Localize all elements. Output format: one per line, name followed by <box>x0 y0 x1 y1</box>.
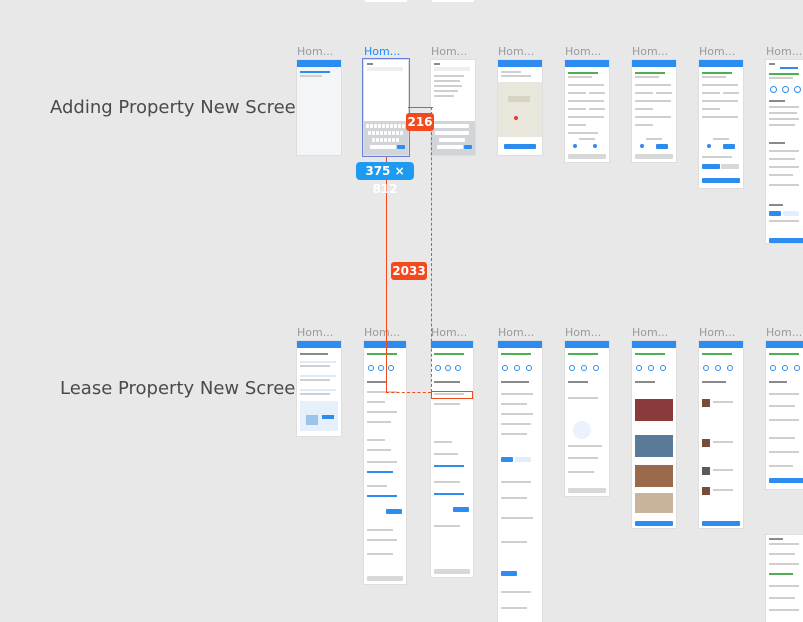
frame-thumbnail[interactable] <box>766 535 803 622</box>
app-header <box>766 341 803 348</box>
illustration <box>573 421 591 439</box>
frame-thumbnail[interactable] <box>766 60 803 243</box>
frame-label[interactable]: Hom... <box>766 45 802 58</box>
app-header <box>431 341 473 348</box>
avatar <box>702 399 710 407</box>
frame-label[interactable]: Hom... <box>431 326 467 339</box>
frame-label[interactable]: Hom... <box>297 45 333 58</box>
frame-thumbnail[interactable] <box>297 60 341 155</box>
app-header <box>565 341 609 348</box>
frame-thumbnail[interactable] <box>632 341 676 528</box>
frame-label[interactable]: Hom... <box>632 326 668 339</box>
avatar <box>702 439 710 447</box>
frame-label[interactable]: Hom... <box>699 45 735 58</box>
property-photo <box>635 493 673 513</box>
frame-thumbnail[interactable] <box>699 341 743 528</box>
frame-label[interactable]: Hom... <box>632 45 668 58</box>
frame-thumbnail[interactable] <box>364 341 406 584</box>
frame-stub-top-1 <box>365 0 407 2</box>
frame-label[interactable]: Hom... <box>565 326 601 339</box>
frame-thumbnail[interactable] <box>431 341 473 577</box>
frame-thumbnail[interactable] <box>766 341 803 489</box>
frame-label[interactable]: Hom... <box>498 326 534 339</box>
frame-thumbnail[interactable] <box>565 341 609 496</box>
property-photo <box>635 435 673 457</box>
frame-label[interactable]: Hom... <box>498 45 534 58</box>
frame-label[interactable]: Hom... <box>766 326 802 339</box>
app-header <box>632 60 676 67</box>
vertical-distance-badge: 2033 <box>391 262 427 280</box>
app-header <box>498 60 542 67</box>
frame-thumbnail[interactable] <box>565 60 609 162</box>
promo-card <box>300 401 338 431</box>
map <box>498 82 542 137</box>
frame-thumbnail[interactable] <box>498 341 542 622</box>
frame-thumbnail[interactable] <box>297 341 341 436</box>
frame-thumbnail[interactable] <box>431 60 475 155</box>
frame-thumbnail[interactable] <box>699 60 743 188</box>
selection-outline <box>362 58 410 157</box>
frame-label[interactable]: Hom... <box>297 326 333 339</box>
app-header <box>297 341 341 348</box>
frame-stub-top-2 <box>432 0 474 2</box>
horizontal-distance-badge: 216 <box>406 113 434 131</box>
measure-target-outline <box>431 391 473 399</box>
redline-horizontal-dashed <box>386 392 431 393</box>
app-header <box>632 341 676 348</box>
property-photo <box>635 465 673 487</box>
keyboard <box>431 121 475 155</box>
app-header <box>297 60 341 67</box>
property-photo <box>635 399 673 421</box>
frame-label[interactable]: Hom... <box>699 326 735 339</box>
frame-thumbnail[interactable] <box>498 60 542 155</box>
redline-horizontal-solid <box>408 107 433 108</box>
app-header <box>699 60 743 67</box>
avatar <box>702 467 710 475</box>
row-title-adding-property: Adding Property New Screens <box>50 97 317 118</box>
app-header <box>364 341 406 348</box>
app-header <box>565 60 609 67</box>
app-header <box>498 341 542 348</box>
avatar <box>702 487 710 495</box>
frame-thumbnail[interactable] <box>632 60 676 162</box>
redline-vertical-dashed <box>431 107 432 397</box>
frame-label[interactable]: Hom... <box>565 45 601 58</box>
frame-size-badge: 375 × 812 <box>356 162 414 196</box>
frame-label-selected[interactable]: Hom... <box>364 45 400 58</box>
app-header <box>699 341 743 348</box>
row-title-lease-property: Lease Property New Screens <box>60 378 317 399</box>
frame-label[interactable]: Hom... <box>431 45 467 58</box>
frame-label[interactable]: Hom... <box>364 326 400 339</box>
